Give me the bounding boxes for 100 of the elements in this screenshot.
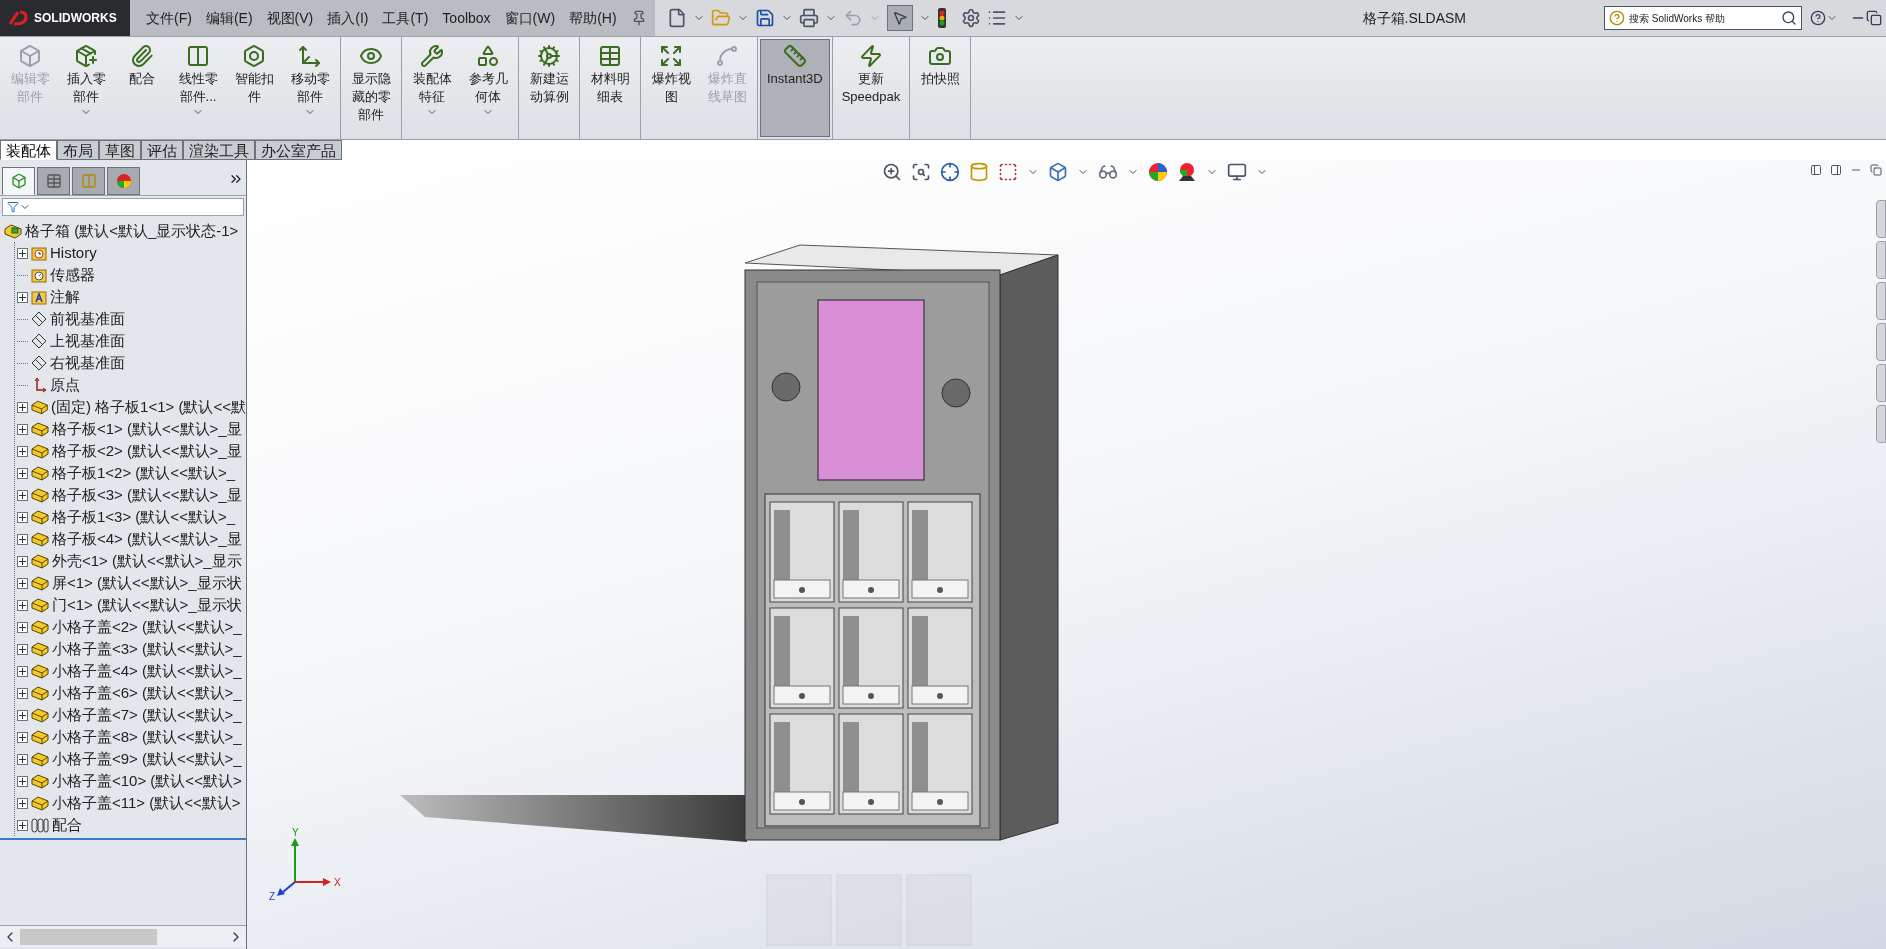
traffic-light-icon[interactable] xyxy=(936,8,947,28)
expand-toggle[interactable] xyxy=(17,819,28,831)
ribbon-button[interactable]: 智能扣件 xyxy=(226,39,282,137)
tree-item[interactable]: 格子箱 (默认<默认_显示状态-1> xyxy=(0,220,246,242)
expand-toggle[interactable] xyxy=(17,797,28,809)
select-tool-button[interactable] xyxy=(886,5,913,31)
command-tab[interactable]: 评估 xyxy=(141,140,183,160)
expand-toggle[interactable] xyxy=(17,401,28,413)
restore-icon[interactable] xyxy=(1870,164,1882,176)
cylinder-icon[interactable] xyxy=(969,162,989,182)
tree-item[interactable]: 屏<1> (默认<<默认>_显示状 xyxy=(15,572,246,594)
tree-item[interactable]: 传感器 xyxy=(15,264,246,286)
panel-tab[interactable] xyxy=(2,167,35,195)
ribbon-button[interactable]: 配合 xyxy=(114,39,170,137)
menu-item[interactable]: 窗口(W) xyxy=(504,7,556,29)
color-ball-icon[interactable] xyxy=(1148,162,1168,182)
ribbon-button[interactable]: 拍快照 xyxy=(912,39,969,137)
cube-icon[interactable] xyxy=(1048,162,1068,182)
tree-item[interactable]: 小格子盖<3> (默认<<默认>_ xyxy=(15,638,246,660)
monitor-icon[interactable] xyxy=(1227,162,1247,182)
menu-item[interactable]: 插入(I) xyxy=(327,7,369,29)
tree-item[interactable]: History xyxy=(15,242,246,264)
expand-toggle[interactable] xyxy=(17,665,28,677)
tree-item[interactable]: 配合 xyxy=(15,814,246,836)
tree-item[interactable]: 小格子盖<8> (默认<<默认>_ xyxy=(15,726,246,748)
horizontal-scrollbar[interactable] xyxy=(0,925,246,947)
expand-toggle[interactable] xyxy=(17,555,28,567)
tree-item[interactable]: 格子板<1> (默认<<默认>_显 xyxy=(15,418,246,440)
command-tab[interactable]: 办公室产品 xyxy=(255,140,342,160)
filter-field[interactable] xyxy=(2,198,244,216)
panel-tab[interactable] xyxy=(107,167,140,195)
search-field[interactable]: 搜索 SolidWorks 帮助 xyxy=(1604,6,1802,30)
tree-item[interactable]: 小格子盖<7> (默认<<默认>_ xyxy=(15,704,246,726)
ribbon-button[interactable]: 装配体特征 xyxy=(404,39,460,137)
ribbon-button[interactable]: 插入零部件 xyxy=(58,39,114,137)
expand-toggle[interactable] xyxy=(17,445,28,457)
menu-item[interactable]: 文件(F) xyxy=(146,7,192,29)
expand-toggle[interactable] xyxy=(17,533,28,545)
ribbon-button[interactable]: Instant3D xyxy=(760,39,830,137)
tree-item[interactable]: 小格子盖<11> (默认<<默认> xyxy=(15,792,246,814)
menu-item[interactable]: Toolbox xyxy=(442,7,491,29)
expand-toggle[interactable] xyxy=(17,467,28,479)
tree-item[interactable]: 右视基准面 xyxy=(15,352,246,374)
options-icon[interactable] xyxy=(960,8,981,28)
expand-toggle[interactable] xyxy=(17,511,28,523)
tree-item[interactable]: 小格子盖<6> (默认<<默认>_ xyxy=(15,682,246,704)
glasses-icon[interactable] xyxy=(1098,162,1118,182)
tree-item[interactable]: 小格子盖<9> (默认<<默认>_ xyxy=(15,748,246,770)
tree-item[interactable]: 上视基准面 xyxy=(15,330,246,352)
ribbon-button[interactable]: 更新 Speedpak xyxy=(834,39,908,137)
tree-item[interactable]: 格子板1<2> (默认<<默认>_ xyxy=(15,462,246,484)
scrollbar-thumb[interactable] xyxy=(20,928,157,945)
tree-item[interactable]: 格子板1<3> (默认<<默认>_ xyxy=(15,506,246,528)
expand-toggle[interactable] xyxy=(17,423,28,435)
expand-toggle[interactable] xyxy=(17,621,28,633)
command-tab[interactable]: 渲染工具 xyxy=(183,140,255,160)
tree-item[interactable]: 格子板<2> (默认<<默认>_显 xyxy=(15,440,246,462)
tree-item[interactable]: 小格子盖<2> (默认<<默认>_ xyxy=(15,616,246,638)
ribbon-button[interactable]: 显示隐藏的零部件 xyxy=(343,39,399,137)
ribbon-button[interactable]: 线性零部件... xyxy=(170,39,226,137)
expand-toggle[interactable] xyxy=(17,577,28,589)
restore-icon[interactable] xyxy=(1866,10,1882,26)
zoom-icon[interactable] xyxy=(882,162,902,182)
printer-icon[interactable] xyxy=(798,8,819,28)
help-icon[interactable] xyxy=(1810,10,1826,26)
ribbon-button[interactable]: 材料明细表 xyxy=(582,39,638,137)
expand-toggle[interactable] xyxy=(17,291,28,303)
tree-item[interactable]: 门<1> (默认<<默认>_显示状 xyxy=(15,594,246,616)
menu-item[interactable]: 编辑(E) xyxy=(205,7,253,29)
crosshair-icon[interactable] xyxy=(940,162,960,182)
tree-item[interactable]: (固定) 格子板1<1> (默认<<默 xyxy=(15,396,246,418)
expand-toggle[interactable] xyxy=(17,709,28,721)
expand-toggle[interactable] xyxy=(17,599,28,611)
tree-item[interactable]: 格子板<3> (默认<<默认>_显 xyxy=(15,484,246,506)
section-view-icon[interactable] xyxy=(998,162,1018,182)
split-right-icon[interactable] xyxy=(1830,164,1842,176)
menu-item[interactable]: 视图(V) xyxy=(266,7,314,29)
command-tab[interactable]: 装配体 xyxy=(0,140,57,160)
ribbon-button[interactable]: 参考几何体 xyxy=(460,39,516,137)
tree-item[interactable]: 注解 xyxy=(15,286,246,308)
zoom-area-icon[interactable] xyxy=(911,162,931,182)
save-icon[interactable] xyxy=(754,8,775,28)
panel-tab[interactable] xyxy=(37,167,70,195)
tree-item[interactable]: 原点 xyxy=(15,374,246,396)
command-tab[interactable]: 草图 xyxy=(99,140,141,160)
expand-toggle[interactable] xyxy=(17,489,28,501)
scene-ball-icon[interactable] xyxy=(1177,162,1197,182)
command-tab[interactable]: 布局 xyxy=(57,140,99,160)
ribbon-button[interactable]: 移动零部件 xyxy=(282,39,338,137)
menu-item[interactable]: 帮助(H) xyxy=(569,7,617,29)
tree-item[interactable]: 小格子盖<10> (默认<<默认> xyxy=(15,770,246,792)
expand-toggle[interactable] xyxy=(17,753,28,765)
expand-toggle[interactable] xyxy=(17,731,28,743)
tree-item[interactable]: 前视基准面 xyxy=(15,308,246,330)
tree-item[interactable]: 格子板<4> (默认<<默认>_显 xyxy=(15,528,246,550)
search-input[interactable]: 搜索 SolidWorks 帮助 xyxy=(1629,10,1777,26)
expand-toggle[interactable] xyxy=(17,775,28,787)
split-left-icon[interactable] xyxy=(1810,164,1822,176)
search-icon[interactable] xyxy=(1781,10,1797,26)
list-icon[interactable] xyxy=(986,8,1007,28)
